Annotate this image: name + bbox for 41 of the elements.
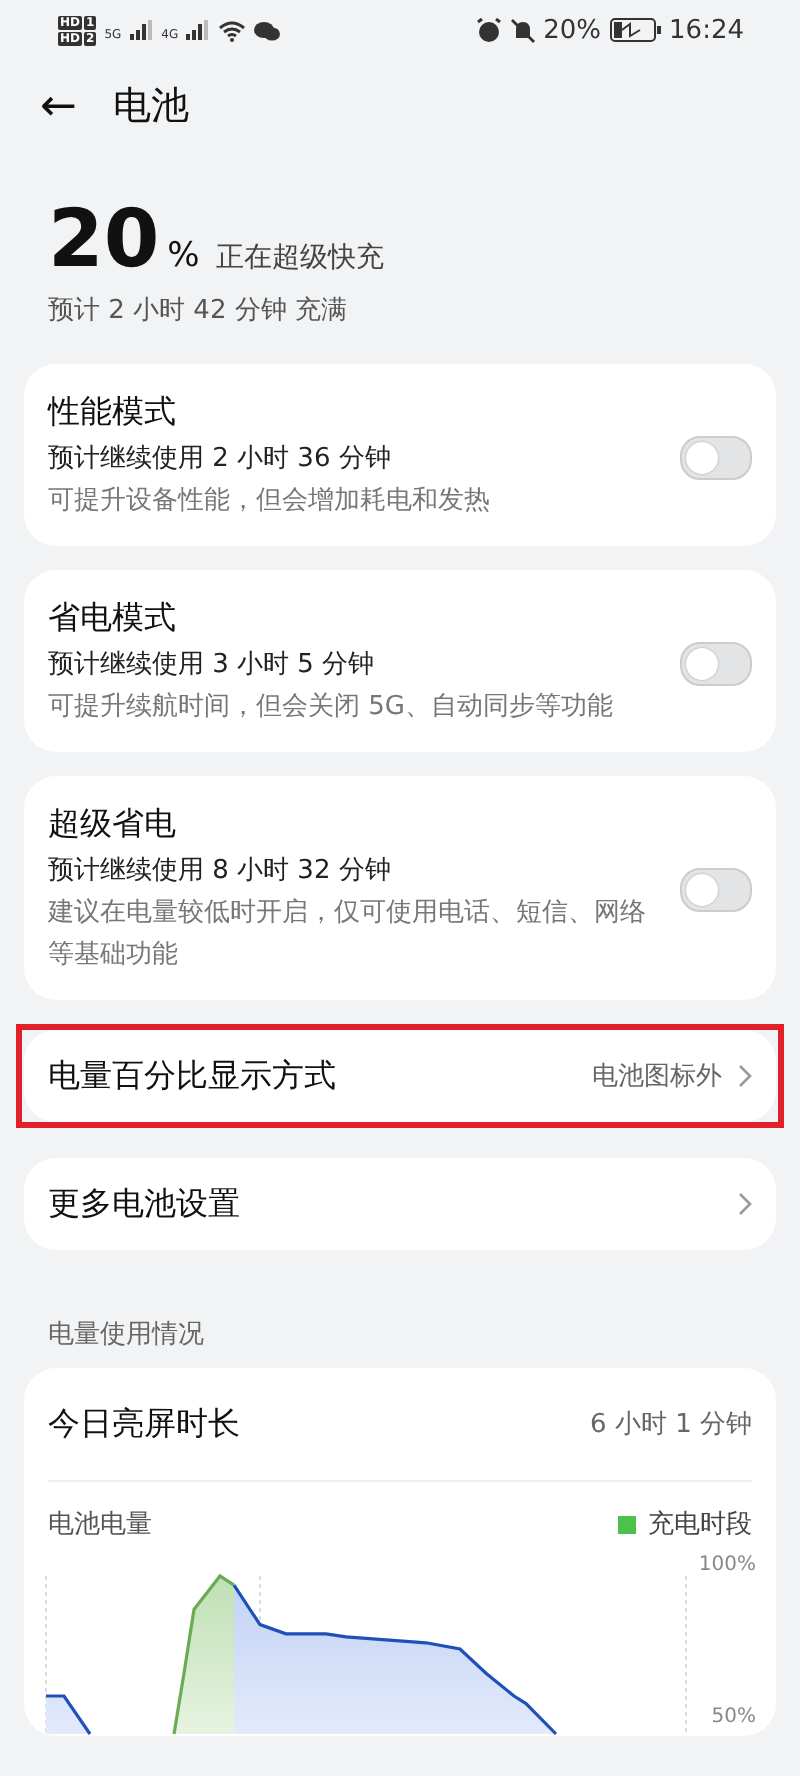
settings-row[interactable]: 电量百分比显示方式 电池图标外 bbox=[24, 1030, 776, 1122]
battery-percent: 20% bbox=[543, 15, 602, 45]
signal-icon bbox=[129, 20, 154, 40]
legend-label: 充电时段 bbox=[648, 1508, 752, 1542]
chevron-icon bbox=[738, 1064, 752, 1088]
mode-title: 性能模式 bbox=[48, 392, 178, 434]
back-button[interactable]: ← bbox=[40, 81, 77, 131]
page-title: 电池 bbox=[112, 82, 189, 132]
signal-icon bbox=[186, 20, 211, 40]
percent-sign: % bbox=[167, 236, 200, 276]
settings-row[interactable]: 更多电池设置 bbox=[24, 1158, 776, 1250]
mode-description: 可提升续航时间，但会关闭 5G、自动同步等功能 bbox=[48, 690, 615, 726]
clock: 16:24 bbox=[669, 15, 744, 45]
charging-status: 正在超级快充 bbox=[215, 240, 384, 276]
axis-label: 50% bbox=[711, 1706, 756, 1728]
mode-title: 省电模式 bbox=[48, 598, 178, 640]
setting-label: 电量百分比显示方式 bbox=[48, 1055, 336, 1097]
mode-description: 可提升设备性能，但会增加耗电和发热 bbox=[48, 484, 492, 520]
section-header: 电量使用情况 bbox=[46, 1318, 206, 1354]
screen-time-value: 6 小时 1 分钟 bbox=[590, 1408, 752, 1442]
mute-icon bbox=[509, 17, 536, 43]
toggle-switch[interactable] bbox=[680, 641, 752, 685]
mode-usage: 预计继续使用 2 小时 36 分钟 bbox=[48, 442, 393, 476]
screen-time-label: 今日亮屏时长 bbox=[48, 1403, 240, 1445]
mode-usage: 预计继续使用 8 小时 32 分钟 bbox=[48, 854, 393, 888]
chat-icon bbox=[254, 19, 281, 41]
setting-value: 电池图标外 bbox=[592, 1060, 722, 1094]
mode-description: 建议在电量较低时开启，仅可使用电话、短信、网络等基础功能 bbox=[48, 896, 648, 974]
axis-label: 100% bbox=[698, 1554, 756, 1576]
battery-icon bbox=[609, 18, 662, 42]
toggle-switch[interactable] bbox=[680, 435, 752, 479]
toggle-switch[interactable] bbox=[680, 868, 752, 912]
wifi-icon bbox=[218, 19, 247, 41]
setting-label: 更多电池设置 bbox=[48, 1183, 240, 1225]
mode-title: 超级省电 bbox=[48, 804, 178, 846]
mode-usage: 预计继续使用 3 小时 5 分钟 bbox=[48, 648, 377, 682]
chart-title: 电池电量 bbox=[48, 1508, 152, 1542]
chevron-icon bbox=[738, 1192, 752, 1216]
battery-level: 20 bbox=[48, 196, 160, 284]
charge-estimate: 预计 2 小时 42 分钟 充满 bbox=[48, 294, 349, 328]
alarm-icon bbox=[475, 17, 502, 43]
